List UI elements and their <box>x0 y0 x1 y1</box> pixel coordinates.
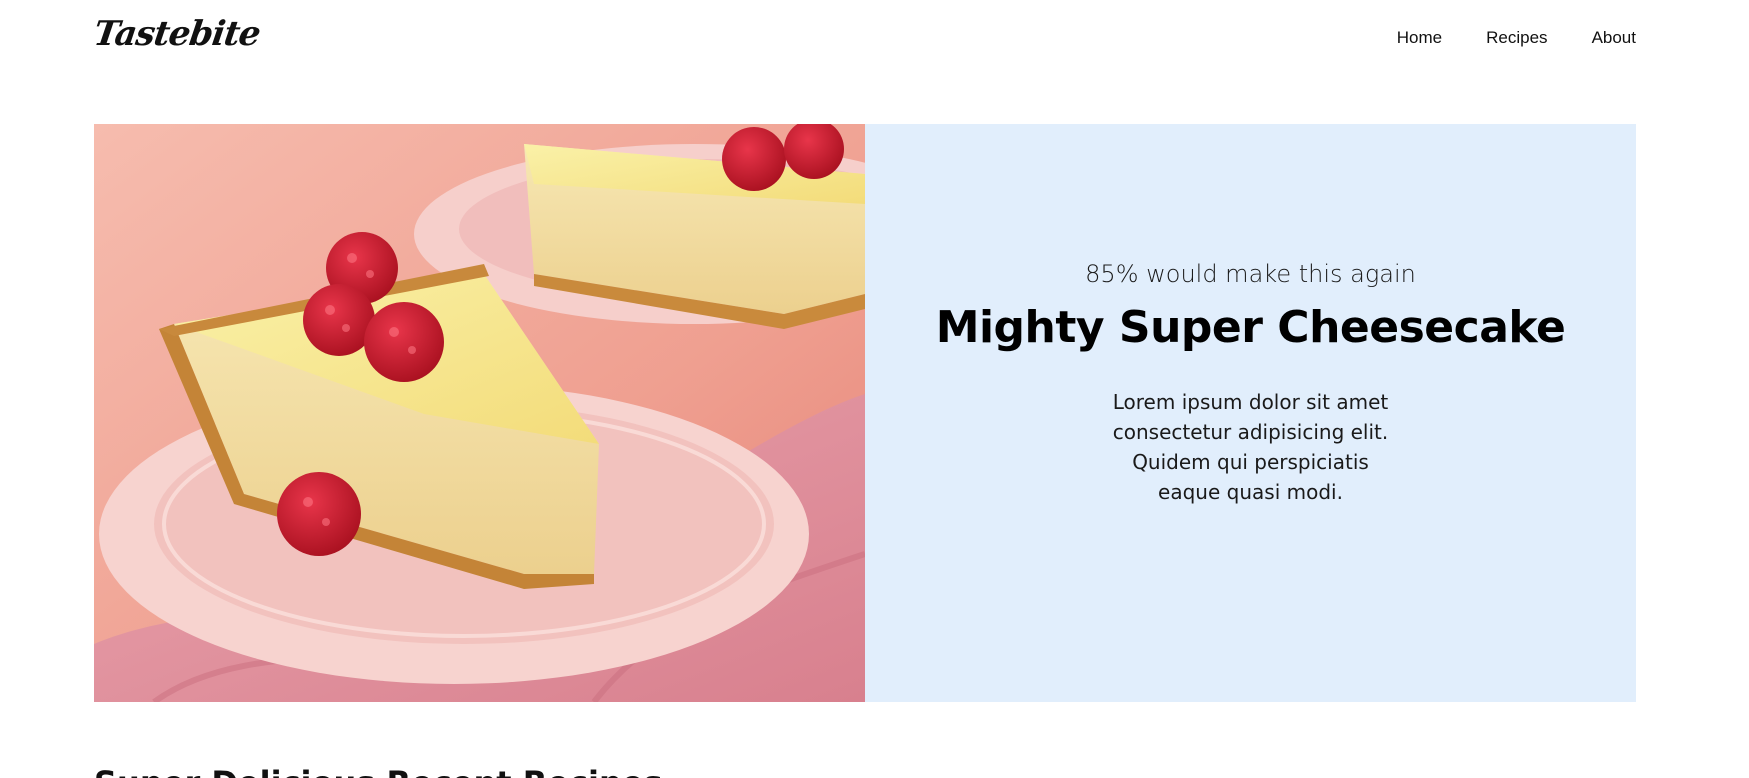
cheesecake-illustration <box>94 124 865 702</box>
featured-recipe-image[interactable] <box>94 124 865 702</box>
nav-link-about[interactable]: About <box>1592 28 1636 48</box>
nav-link-home[interactable]: Home <box>1397 28 1442 48</box>
recipe-title[interactable]: Mighty Super Cheesecake <box>936 302 1566 353</box>
featured-recipe-panel: 85% would make this again Mighty Super C… <box>865 124 1636 702</box>
featured-recipe-hero: 85% would make this again Mighty Super C… <box>94 124 1636 702</box>
site-header: Tastebite Home Recipes About <box>91 0 1636 82</box>
main-nav: Home Recipes About <box>1397 28 1636 48</box>
section-heading-recent-recipes: Super Delicious Recent Recipes <box>94 764 663 778</box>
recipe-description: Lorem ipsum dolor sit amet consectetur a… <box>1112 389 1389 504</box>
recipe-rating-text: 85% would make this again <box>1085 259 1416 288</box>
page: Tastebite Home Recipes About 85% would m… <box>0 0 1749 778</box>
nav-link-recipes[interactable]: Recipes <box>1486 28 1547 48</box>
site-logo[interactable]: Tastebite <box>91 14 262 54</box>
